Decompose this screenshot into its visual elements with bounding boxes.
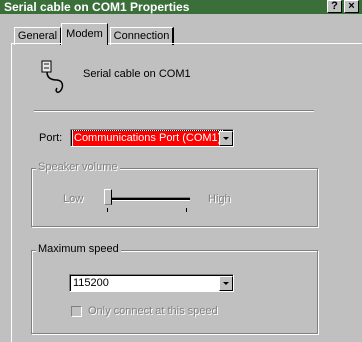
- chevron-down-icon[interactable]: [219, 131, 233, 146]
- device-name: Serial cable on COM1: [83, 68, 191, 80]
- help-button[interactable]: ?: [327, 0, 342, 13]
- slider-tick-high: [186, 208, 187, 212]
- max-speed-title: Maximum speed: [36, 243, 121, 255]
- volume-high-label: High: [208, 193, 231, 205]
- slider-tick-low: [107, 208, 108, 212]
- volume-slider[interactable]: [104, 188, 194, 214]
- port-label: Port:: [39, 132, 63, 144]
- only-connect-checkbox[interactable]: [71, 306, 82, 317]
- slider-track: [106, 197, 190, 201]
- chevron-down-icon[interactable]: [219, 276, 233, 291]
- port-value: Communications Port (COM1): [71, 130, 224, 147]
- tab-modem-label: Modem: [66, 28, 103, 40]
- slider-thumb[interactable]: [104, 189, 112, 205]
- tab-modem[interactable]: Modem: [61, 23, 108, 45]
- title-bar[interactable]: Serial cable on COM1 Properties ? ×: [0, 0, 362, 14]
- port-select[interactable]: Communications Port (COM1): [70, 129, 234, 147]
- serial-cable-icon: [37, 60, 71, 96]
- max-speed-select[interactable]: 115200: [69, 274, 234, 292]
- volume-low-label: Low: [63, 193, 84, 205]
- only-connect-label: Only connect at this speed: [88, 305, 218, 317]
- max-speed-value: 115200: [73, 277, 109, 289]
- speaker-volume-title: Speaker volume: [36, 161, 120, 173]
- window-title: Serial cable on COM1 Properties: [4, 0, 190, 14]
- max-speed-group: [31, 250, 318, 334]
- close-button[interactable]: ×: [344, 0, 359, 13]
